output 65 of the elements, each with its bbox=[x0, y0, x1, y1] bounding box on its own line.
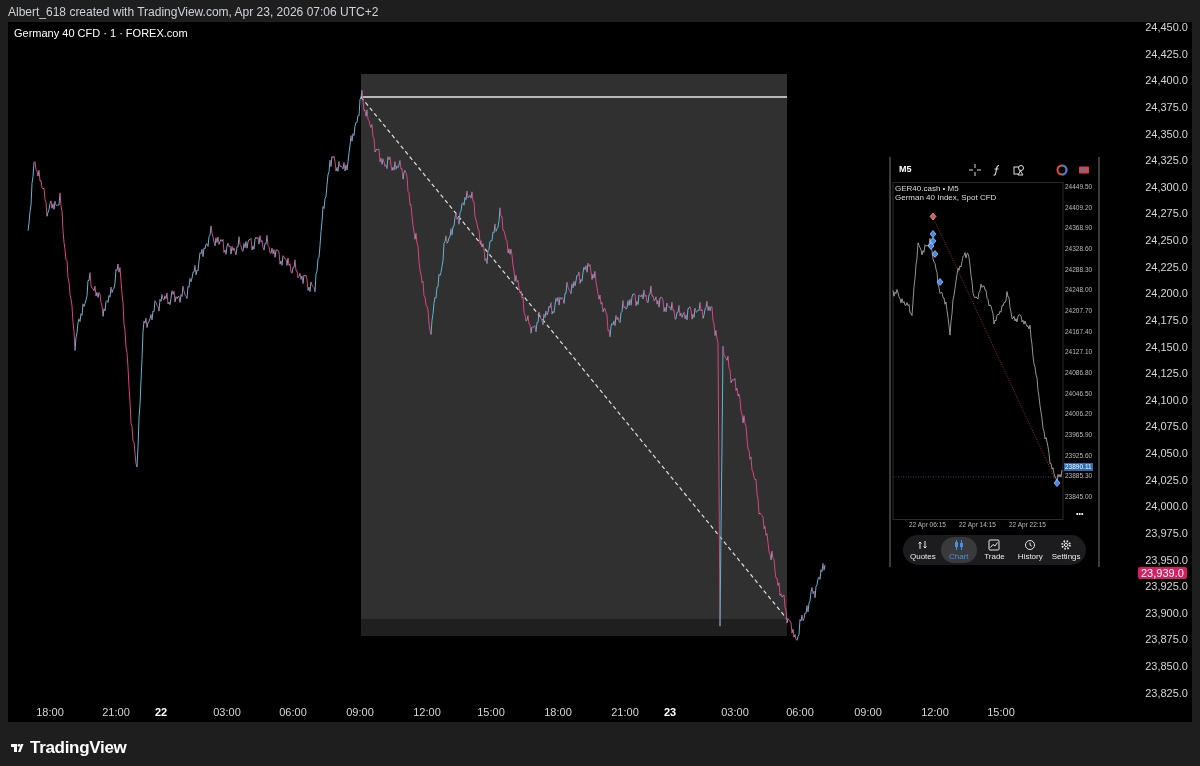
price-label: 23,900.0 bbox=[1145, 606, 1188, 619]
price-label: 23,925.0 bbox=[1145, 580, 1188, 593]
time-label: 12:00 bbox=[921, 705, 949, 719]
price-label: 23,850.0 bbox=[1145, 660, 1188, 672]
chart-caption: Albert_618 created with TradingView.com, Apr 23, 2026 07:06 UTC+2 bbox=[8, 4, 379, 21]
candles-icon bbox=[952, 539, 965, 551]
line-chart-icon bbox=[988, 539, 1001, 551]
price-label: 24,200.0 bbox=[1145, 287, 1188, 300]
price-label: 23,825.0 bbox=[1145, 686, 1188, 699]
nav-tab[interactable]: Chart bbox=[940, 537, 977, 563]
time-label: 21:00 bbox=[611, 705, 639, 719]
nav-tab[interactable]: Quotes bbox=[905, 537, 941, 563]
price-label: 24,425.0 bbox=[1145, 47, 1188, 60]
time-label: 15:00 bbox=[987, 705, 1015, 719]
arrows-icon bbox=[916, 539, 929, 551]
time-label: 06:00 bbox=[786, 705, 814, 719]
tradingview-logo-icon[interactable] bbox=[9, 741, 25, 754]
shapes-icon[interactable] bbox=[1013, 163, 1025, 176]
time-label: 06:00 bbox=[279, 705, 307, 719]
time-label: 03:00 bbox=[721, 705, 749, 719]
price-label: 24,150.0 bbox=[1145, 340, 1188, 353]
gear-icon bbox=[1060, 539, 1073, 551]
price-label: 24,050.0 bbox=[1145, 447, 1188, 459]
time-label: 18:00 bbox=[36, 705, 64, 719]
time-label: 09:00 bbox=[346, 705, 374, 719]
time-label: 15:00 bbox=[477, 705, 505, 719]
price-label: 24,250.0 bbox=[1145, 234, 1188, 246]
price-label: 24,350.0 bbox=[1145, 127, 1188, 140]
price-label: 24,375.0 bbox=[1145, 100, 1188, 113]
price-label: 24,100.0 bbox=[1145, 393, 1188, 406]
price-label: 24,175.0 bbox=[1145, 313, 1188, 326]
price-label: 24,450.0 bbox=[1145, 21, 1188, 33]
price-label: 23,975.0 bbox=[1145, 526, 1188, 539]
time-label: 21:00 bbox=[102, 705, 130, 719]
chart-title: Germany 40 CFD · 1 · FOREX.com bbox=[14, 26, 188, 41]
price-label: 24,300.0 bbox=[1145, 180, 1188, 193]
clock-icon bbox=[1024, 539, 1037, 551]
nav-tab[interactable]: History bbox=[1012, 537, 1049, 563]
symbol-description: German 40 Index, Spot CFD bbox=[895, 193, 997, 202]
brand-name: TradingView bbox=[30, 737, 127, 759]
price-label: 24,275.0 bbox=[1145, 207, 1188, 220]
price-label: 24,025.0 bbox=[1145, 473, 1188, 486]
price-label: 24,000.0 bbox=[1145, 500, 1188, 513]
last-price-label: 23,939.0 bbox=[1138, 567, 1187, 579]
buy-marker bbox=[936, 278, 944, 286]
price-label: 24,400.0 bbox=[1145, 74, 1188, 87]
nav-tab[interactable]: Settings bbox=[1048, 537, 1084, 563]
price-label: 24,125.0 bbox=[1145, 367, 1188, 380]
time-label: 03:00 bbox=[213, 705, 241, 719]
price-label: 23,875.0 bbox=[1145, 633, 1188, 646]
buy-marker bbox=[1053, 479, 1061, 487]
price-label: 23,950.0 bbox=[1145, 553, 1188, 566]
symbol-label: GER40.cash • M5 bbox=[895, 184, 959, 193]
time-label: 09:00 bbox=[854, 705, 882, 719]
time-label: 18:00 bbox=[544, 705, 572, 719]
nav-tab[interactable]: Trade bbox=[976, 537, 1013, 563]
price-label: 24,325.0 bbox=[1145, 154, 1188, 167]
price-label: 24,075.0 bbox=[1145, 420, 1188, 433]
time-label: 23 bbox=[663, 705, 677, 719]
timeframe-label: M5 bbox=[899, 162, 913, 176]
time-label: 12:00 bbox=[413, 705, 441, 719]
crosshair-icon[interactable] bbox=[969, 163, 981, 176]
time-label: 22 bbox=[154, 705, 168, 719]
sell-marker bbox=[929, 212, 937, 221]
price-label: 24,225.0 bbox=[1145, 260, 1188, 273]
